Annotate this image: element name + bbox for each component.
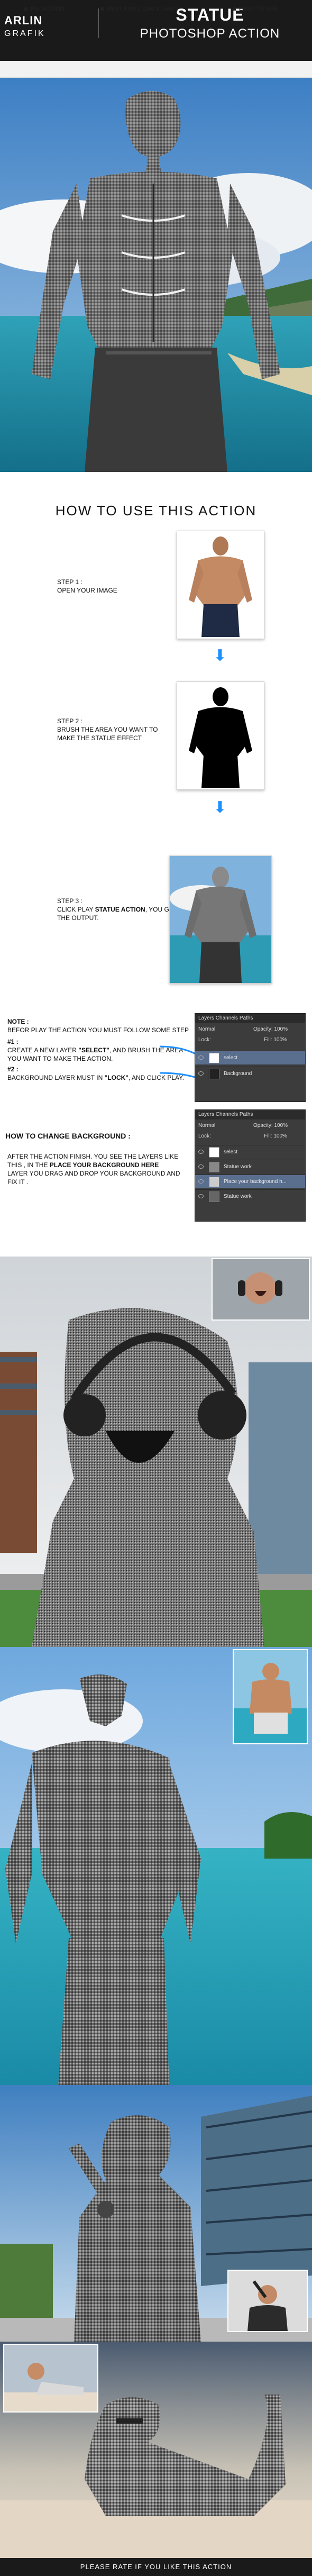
bullet-icon	[24, 7, 27, 11]
arrow-down-icon: ⬇	[213, 647, 227, 665]
eye-icon[interactable]	[198, 1179, 204, 1184]
arrow-down-icon: ⬇	[213, 799, 227, 816]
eye-icon[interactable]	[198, 1164, 204, 1169]
layer-thumbnail	[209, 1147, 219, 1158]
lock-label: Lock:	[198, 1037, 211, 1043]
layers-panel: Layers Channels Paths Normal Opacity: 10…	[195, 1013, 306, 1102]
layer-thumbnail	[209, 1069, 219, 1079]
source-thumb	[227, 2270, 308, 2332]
step-1: STEP 1 : OPEN YOUR IMAGE	[57, 578, 163, 595]
footer-banner: PLEASE RATE IF YOU LIKE THIS ACTION	[0, 2558, 312, 2576]
step-label: STEP 2 :	[57, 717, 82, 725]
panel-tabs: Layers Channels Paths	[195, 1014, 305, 1023]
note-intro: BEFOR PLAY THE ACTION YOU MUST FOLLOW SO…	[7, 1026, 189, 1034]
step-text: OPEN YOUR IMAGE	[57, 587, 117, 594]
fill-field[interactable]: Fill: 100%	[264, 1133, 287, 1139]
layer-thumbnail	[209, 1162, 219, 1172]
brand-subname: GRAFIK	[4, 29, 45, 38]
bullet-icon	[100, 7, 104, 11]
step-text: CLICK PLAY STATUE ACTION, YOU GET THE OU…	[57, 906, 177, 922]
blend-mode[interactable]: Normal	[198, 1026, 215, 1032]
step1-card	[177, 531, 264, 639]
layer-row[interactable]: select	[195, 1051, 305, 1064]
feature-item: BEST FOR ( 1200 X 1500 )	[100, 6, 178, 12]
source-thumb	[233, 1649, 308, 1744]
source-thumb	[212, 1258, 310, 1321]
note-title: NOTE :	[7, 1018, 29, 1025]
layer-row[interactable]: Place your background h...	[195, 1175, 305, 1188]
opacity-field[interactable]: Opacity: 100%	[253, 1123, 288, 1128]
panel-tabs: Layers Channels Paths	[195, 1110, 305, 1119]
step-2: STEP 2 : BRUSH THE AREA YOU WANT TO MAKE…	[57, 717, 163, 742]
layer-row[interactable]: select	[195, 1145, 305, 1159]
step-label: STEP 3 :	[57, 897, 82, 905]
eye-icon[interactable]	[198, 1194, 204, 1198]
opacity-field[interactable]: Opacity: 100%	[253, 1026, 288, 1032]
step2-card	[177, 681, 264, 790]
feature-item: PS- ACTION	[24, 6, 64, 12]
layer-thumbnail	[209, 1177, 219, 1187]
fill-field[interactable]: Fill: 100%	[264, 1037, 287, 1043]
layer-row[interactable]: Statue work	[195, 1160, 305, 1173]
feature-bar	[0, 61, 312, 78]
change-bg-heading: HOW TO CHANGE BACKGROUND :	[5, 1132, 131, 1140]
header-divider	[98, 8, 99, 38]
eye-icon[interactable]	[198, 1150, 204, 1154]
source-thumb	[3, 2344, 98, 2413]
product-subtitle: PHOTOSHOP ACTION	[140, 26, 280, 41]
blend-mode[interactable]: Normal	[198, 1123, 215, 1128]
step-text: BRUSH THE AREA YOU WANT TO MAKE THE STAT…	[57, 726, 158, 742]
change-bg-text: AFTER THE ACTION FINISH. YOU SEE THE LAY…	[7, 1153, 180, 1186]
layer-thumbnail	[209, 1053, 219, 1063]
eye-icon[interactable]	[198, 1055, 204, 1060]
brand-name: ARLIN	[4, 14, 43, 27]
eye-icon[interactable]	[198, 1071, 204, 1076]
page: ARLIN GRAFIK STATUE PHOTOSHOP ACTION PS-…	[0, 0, 312, 2576]
step-3: STEP 3 : CLICK PLAY STATUE ACTION, YOU G…	[57, 897, 179, 922]
step-label: STEP 1 :	[57, 578, 82, 586]
howto-heading: HOW TO USE THIS ACTION	[55, 503, 257, 518]
step3-card	[169, 855, 272, 984]
hero-image	[0, 78, 312, 472]
layer-row[interactable]: Statue work	[195, 1189, 305, 1203]
feature-item: EASY TO USE	[233, 6, 278, 12]
layer-row[interactable]: Background	[195, 1067, 305, 1080]
bullet-icon	[233, 7, 236, 11]
layer-thumbnail	[209, 1191, 219, 1202]
lock-label: Lock:	[198, 1133, 211, 1139]
layers-panel-result: Layers Channels Paths Normal Opacity: 10…	[195, 1109, 306, 1222]
